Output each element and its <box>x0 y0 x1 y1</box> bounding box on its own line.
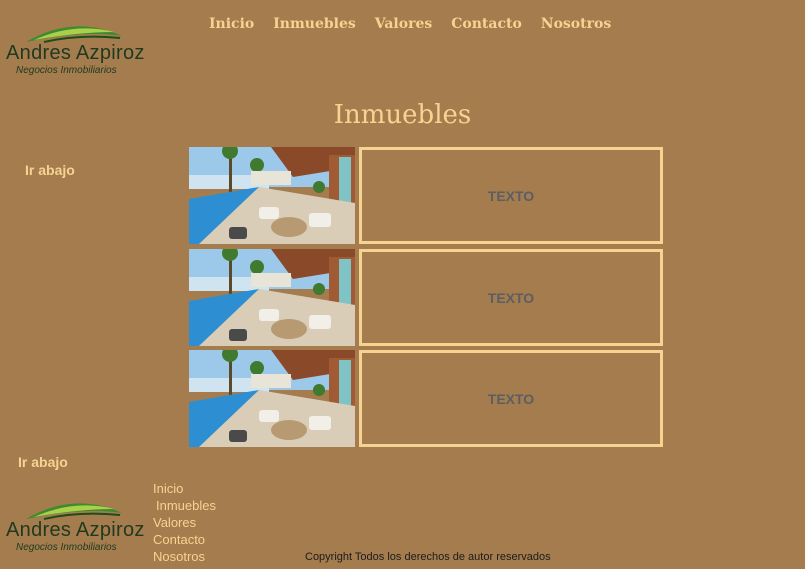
listing-card: TEXTO <box>189 147 663 244</box>
listing-text-box: TEXTO <box>359 350 663 447</box>
scroll-down-link-bottom[interactable]: Ir abajo <box>18 454 68 470</box>
brand-name: Andres Azpiroz <box>6 42 145 64</box>
logo-hill-icon <box>26 26 122 43</box>
footer-link-contacto[interactable]: Contacto <box>153 531 216 548</box>
page-title: Inmuebles <box>333 100 472 130</box>
listing-text-box: TEXTO <box>359 249 663 346</box>
brand-tagline: Negocios Inmobiliarios <box>16 542 117 553</box>
footer-link-inmuebles[interactable]: Inmuebles <box>156 497 216 514</box>
footer-link-inicio[interactable]: Inicio <box>153 480 216 497</box>
footer-link-valores[interactable]: Valores <box>153 514 216 531</box>
nav-link-contacto[interactable]: Contacto <box>451 16 522 32</box>
listing-card: TEXTO <box>189 249 663 346</box>
footer-link-nosotros[interactable]: Nosotros <box>153 548 216 565</box>
nav-link-nosotros[interactable]: Nosotros <box>541 16 611 32</box>
listing-text-box: TEXTO <box>359 147 663 244</box>
listing-card: TEXTO <box>189 350 663 447</box>
nav-link-inmuebles[interactable]: Inmuebles <box>273 16 356 32</box>
property-photo[interactable] <box>189 249 355 346</box>
scroll-down-link-top[interactable]: Ir abajo <box>25 162 75 178</box>
nav-link-inicio[interactable]: Inicio <box>209 16 254 32</box>
copyright-text: Copyright Todos los derechos de autor re… <box>305 551 551 563</box>
header-logo[interactable]: Andres Azpiroz Negocios Inmobiliarios <box>6 20 156 90</box>
page: Andres Azpiroz Negocios Inmobiliarios In… <box>0 0 805 569</box>
property-photo[interactable] <box>189 147 355 244</box>
nav-link-valores[interactable]: Valores <box>375 16 432 32</box>
footer-logo[interactable]: Andres Azpiroz Negocios Inmobiliarios <box>6 497 156 567</box>
brand-name: Andres Azpiroz <box>6 519 145 541</box>
logo-hill-icon <box>26 503 122 520</box>
top-nav: Inicio Inmuebles Valores Contacto Nosotr… <box>209 16 630 32</box>
brand-tagline: Negocios Inmobiliarios <box>16 65 117 76</box>
property-photo[interactable] <box>189 350 355 447</box>
footer-nav: Inicio Inmuebles Valores Contacto Nosotr… <box>153 480 216 565</box>
